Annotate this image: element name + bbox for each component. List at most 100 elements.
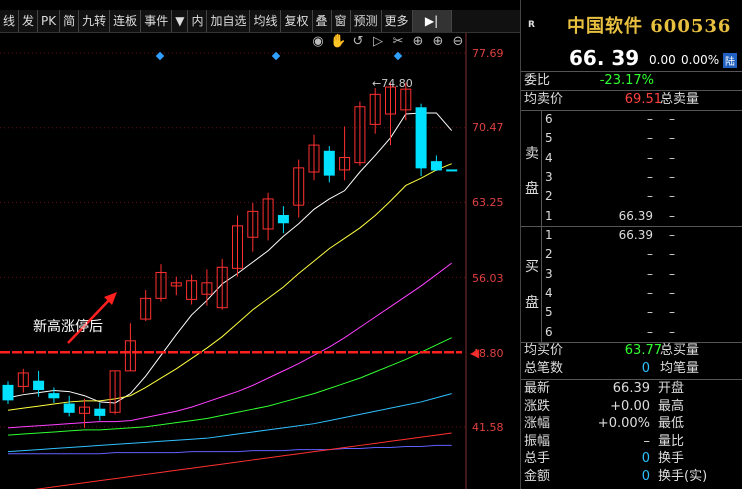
avg-trade-label: 均笔量 (660, 361, 700, 376)
buy-level-4[interactable]: 4 – – (541, 284, 741, 303)
stat-label-right: 开盘 (658, 381, 685, 396)
toolbar-item-16[interactable]: ▶| (412, 10, 452, 32)
avg-sell-label: 均卖价 (524, 92, 564, 107)
current-price: 66. 39 (569, 46, 640, 70)
chart-annotation: 新高涨停后 (33, 319, 103, 335)
hand-icon[interactable]: ✋ (330, 34, 346, 50)
stat-label-right: 量比 (658, 433, 685, 449)
sell-level-3[interactable]: 3 – – (541, 168, 741, 187)
toolbar-item-8[interactable]: 内 (188, 10, 208, 32)
total-sell-label: 总卖量 (660, 92, 700, 107)
toolbar-item-1[interactable]: 发 (19, 10, 39, 32)
stat-value: 0 (641, 468, 650, 484)
scissors-icon[interactable]: ✂ (390, 34, 406, 50)
sell-side-label-2: 盘 (525, 181, 539, 197)
price-change-pct: 0.00% (681, 53, 720, 67)
sell-level-2[interactable]: 2 – – (541, 187, 741, 206)
stat-value: – (643, 433, 651, 449)
candle-body-6 (94, 408, 106, 416)
stat-row-3: 振幅 – 量比 (524, 433, 742, 450)
stat-label: 涨幅 (524, 416, 551, 431)
toolbar-item-13[interactable]: 窗 (332, 10, 351, 32)
toolbar-item-9[interactable]: 加自选 (207, 10, 251, 32)
target-icon[interactable]: ⊕ (410, 34, 426, 50)
candle-body-27 (415, 107, 427, 169)
sell-level-num: 4 (545, 150, 553, 165)
stat-value: +0.00 (610, 398, 650, 414)
stock-name[interactable]: 中国软件 600536 (567, 12, 731, 38)
candle-body-21 (323, 150, 335, 176)
toolbar-item-10[interactable]: 均线 (250, 10, 282, 32)
event-diamond-1 (271, 51, 281, 61)
chart-toolbar: 线发 PK 简九转 连板 事件 ▼ 内加自选 均线 复权叠窗预测 更多 ▶| (0, 10, 520, 33)
candle-body-18 (277, 215, 289, 224)
sell-level-num: 2 (545, 189, 553, 204)
stat-label: 最新 (524, 381, 551, 396)
candle-body-0 (2, 384, 14, 401)
weibi-row: 委比 -23.17% (524, 72, 742, 90)
candle-body-29 (446, 169, 458, 172)
sell-level-price: – (647, 112, 653, 126)
toolbar-item-11[interactable]: 复权 (281, 10, 313, 32)
eye-icon[interactable]: ◉ (310, 34, 326, 50)
sell-level-volume: – (669, 208, 675, 223)
buy-level-num: 6 (545, 324, 553, 339)
toolbar-item-5[interactable]: 连板 (110, 10, 142, 32)
kline-chart[interactable]: ←74.80 (0, 33, 467, 489)
r-badge: R (528, 20, 535, 30)
buy-level-num: 5 (545, 305, 553, 320)
toolbar-item-15[interactable]: 更多 (382, 10, 413, 32)
buy-level-price: – (647, 305, 653, 320)
buy-level-price: – (647, 266, 653, 281)
price-label-1: 70.47 (472, 121, 504, 134)
buy-level-volume: – (669, 324, 675, 339)
zoom-out-icon[interactable]: ⊖ (450, 34, 466, 50)
sell-level-price: – (647, 150, 653, 165)
stat-value: 0 (641, 451, 650, 466)
buy-level-price: – (647, 324, 653, 339)
toolbar-item-3[interactable]: 简 (60, 10, 80, 32)
buy-level-1[interactable]: 1 66.39 – (541, 226, 741, 245)
buy-level-3[interactable]: 3 – – (541, 265, 741, 284)
price-label-4: 48.80 (472, 347, 504, 360)
refresh-icon[interactable]: ↺ (350, 34, 366, 50)
toolbar-item-12[interactable]: 叠 (313, 10, 332, 32)
buy-level-num: 3 (545, 266, 553, 281)
toolbar-item-7[interactable]: ▼ (172, 10, 189, 32)
toolbar-item-14[interactable]: 预测 (351, 10, 382, 32)
toolbar-item-0[interactable]: 线 (0, 10, 20, 32)
chart-tool-icons: ◉ ✋ ↺ ▷ ✂ ⊕ ⊕ ⊖ (310, 34, 466, 50)
sell-level-price: 66.39 (618, 208, 653, 223)
sell-level-1[interactable]: 1 66.39 – (541, 207, 741, 226)
buy-level-5[interactable]: 5 – – (541, 303, 741, 322)
stat-label-right: 最高 (658, 398, 685, 414)
ma-line-ma250 (34, 432, 452, 489)
stat-row-0: 最新 66.39 开盘 (524, 380, 742, 397)
play-icon[interactable]: ▷ (370, 34, 386, 50)
buy-level-2[interactable]: 2 – – (541, 245, 741, 264)
sell-level-num: 6 (545, 112, 553, 126)
candle-body-3 (48, 393, 60, 399)
sell-level-6[interactable]: 6 – – (541, 110, 741, 129)
trade-count-label: 总笔数 (524, 361, 564, 376)
sell-level-5[interactable]: 5 – – (541, 129, 741, 148)
zoom-in-icon[interactable]: ⊕ (430, 34, 446, 50)
buy-level-6[interactable]: 6 – – (541, 323, 741, 342)
sell-level-4[interactable]: 4 – – (541, 149, 741, 168)
avg-buy-label: 均买价 (524, 343, 564, 358)
sell-level-volume: – (669, 131, 675, 146)
price-label-5: 41.58 (472, 421, 504, 434)
total-buy-label: 总买量 (660, 343, 700, 358)
buy-level-num: 4 (545, 285, 553, 300)
buy-side-label: 买 (525, 259, 539, 275)
sell-level-volume: – (669, 169, 675, 184)
stat-label-right: 最低 (658, 416, 685, 431)
candle-body-2 (33, 380, 45, 391)
toolbar-item-4[interactable]: 九转 (79, 10, 111, 32)
price-change: 0.00 (649, 53, 676, 67)
avg-buy-value: 63.77 (624, 343, 662, 358)
market-badge: 陆 (723, 53, 737, 68)
candle-body-4 (63, 403, 75, 413)
toolbar-item-6[interactable]: 事件 (141, 10, 173, 32)
toolbar-item-2[interactable]: PK (38, 10, 61, 32)
